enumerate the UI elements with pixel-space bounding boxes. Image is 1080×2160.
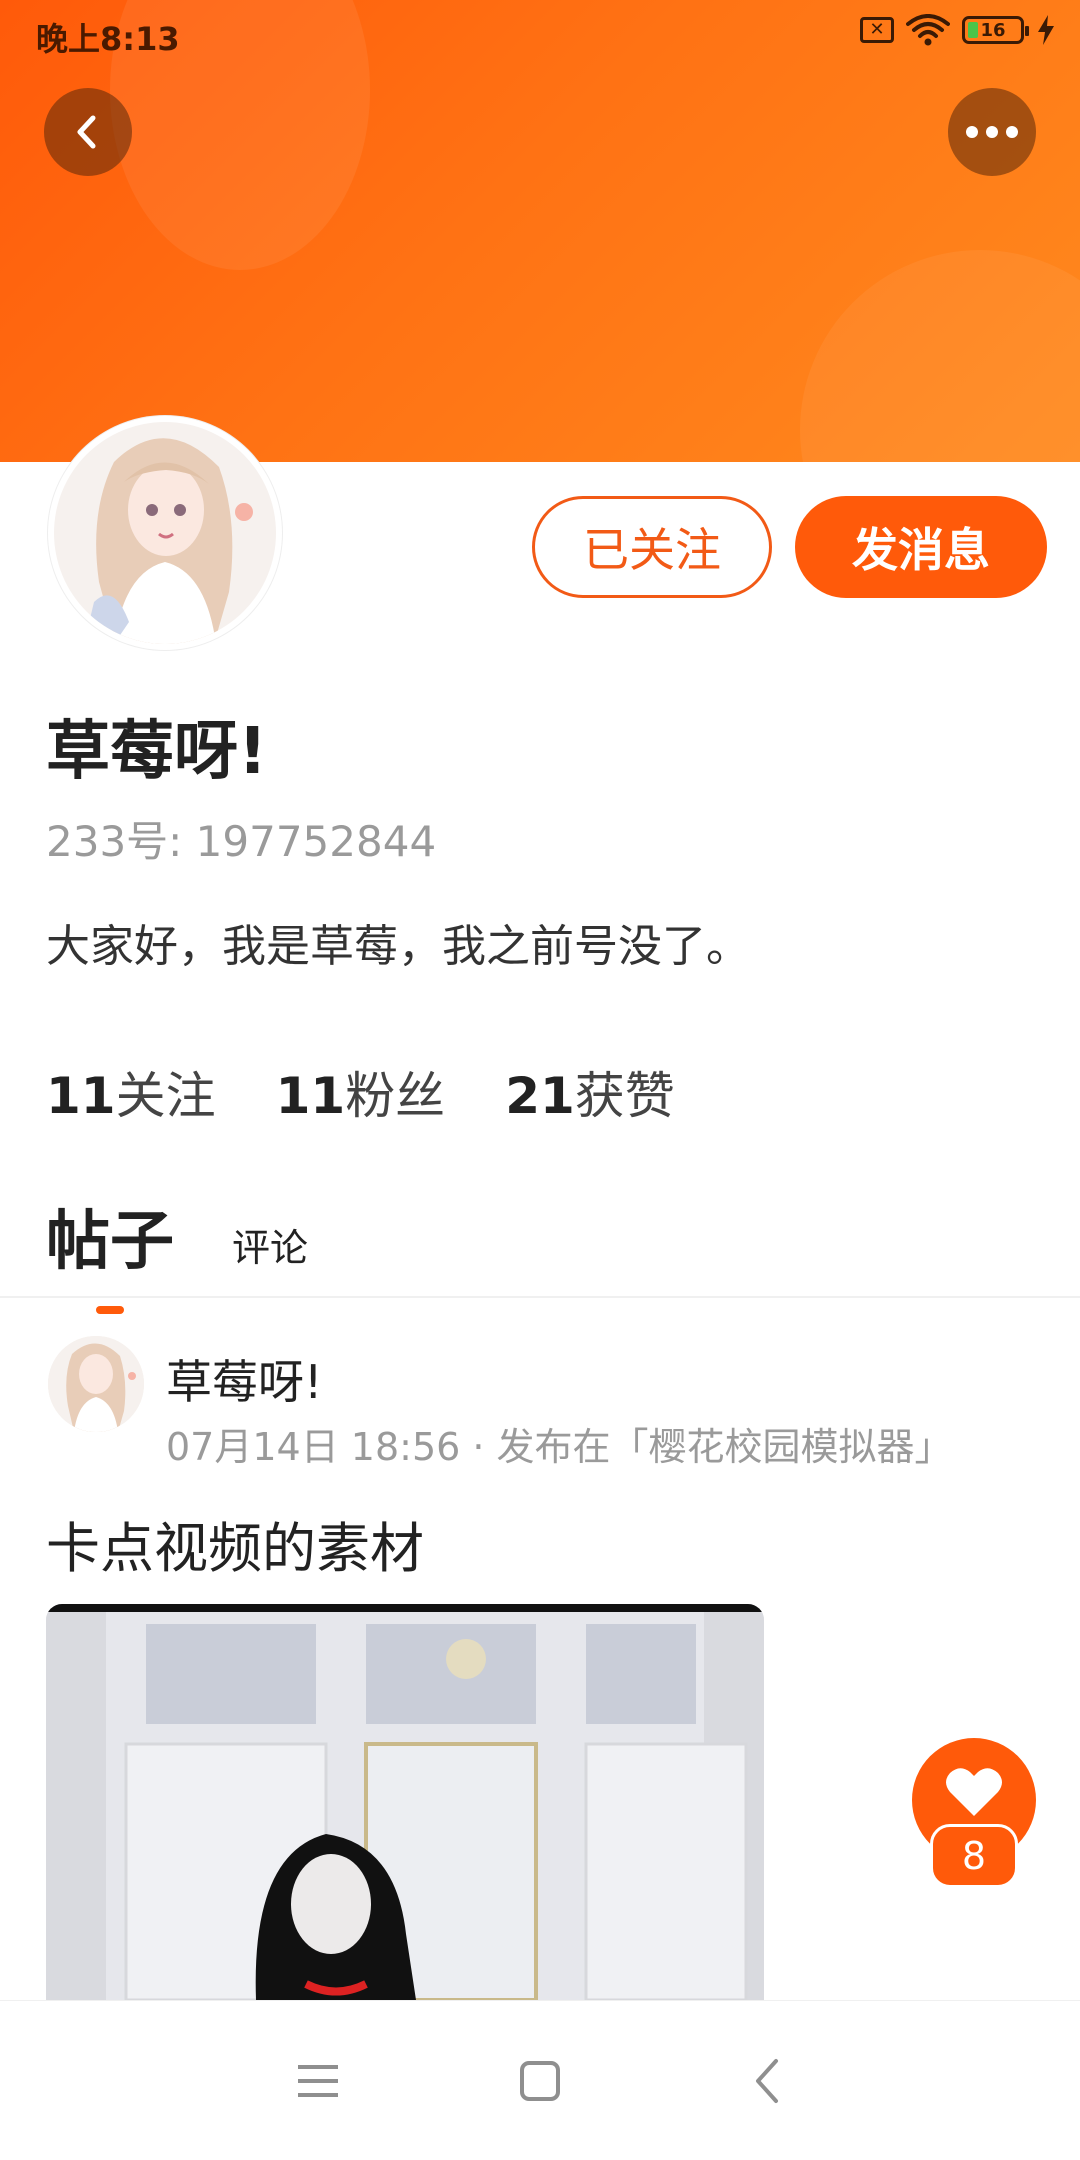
menu-button[interactable] [290,2053,346,2109]
square-home-icon [520,2061,560,2101]
profile-banner [0,0,1080,462]
profile-bio: 大家好，我是草莓，我之前号没了。 [46,921,750,972]
more-button[interactable] [948,88,1036,176]
profile-tabs: 帖子 评论 [46,1190,308,1314]
post-author-avatar[interactable] [48,1336,144,1432]
profile-uid: 233号: 197752844 [46,817,437,866]
nav-back-icon [756,2059,778,2103]
battery-indicator: 16 [962,16,1029,44]
followed-button[interactable]: 已关注 [532,496,772,598]
status-icons: ✕ 16 [860,14,1056,46]
nav-back-button[interactable] [740,2053,796,2109]
sim-x-icon: ✕ [860,17,894,43]
chevron-left-icon [77,115,96,149]
divider [0,1296,1080,1298]
more-dots-icon [966,126,1018,138]
stat-followers[interactable]: 11粉丝 [276,1056,446,1128]
tab-indicator [96,1306,124,1314]
back-button[interactable] [44,88,132,176]
profile-page: 晚上8:13 ✕ 16 已关注 发消息 草莓呀! 233号: 197752844… [0,0,1080,2160]
post-meta: 07月14日 18:56 · 发布在「樱花校园模拟器」 [166,1425,953,1469]
profile-avatar[interactable] [48,416,282,650]
post-author-name[interactable]: 草莓呀! [166,1346,322,1412]
tab-comments[interactable]: 评论 [232,1217,308,1282]
tab-posts[interactable]: 帖子 [46,1190,174,1314]
menu-icon [298,2065,338,2097]
bolt-icon [1038,15,1054,45]
profile-stats: 11关注 11粉丝 21获赞 [46,1056,675,1128]
send-message-button[interactable]: 发消息 [795,496,1047,598]
system-nav-bar [0,2000,1080,2160]
status-time: 晚上8:13 [36,20,180,58]
profile-name: 草莓呀! [46,715,268,789]
post-video-thumbnail[interactable] [46,1604,764,2000]
home-button[interactable] [512,2053,568,2109]
avatar [54,422,276,644]
heart-icon [946,1768,1002,1816]
wifi-icon [906,14,950,46]
post-title[interactable]: 卡点视频的素材 [46,1504,424,1583]
like-count: 8 [930,1824,1018,1888]
stat-following[interactable]: 11关注 [46,1056,216,1128]
stat-likes[interactable]: 21获赞 [505,1056,675,1128]
